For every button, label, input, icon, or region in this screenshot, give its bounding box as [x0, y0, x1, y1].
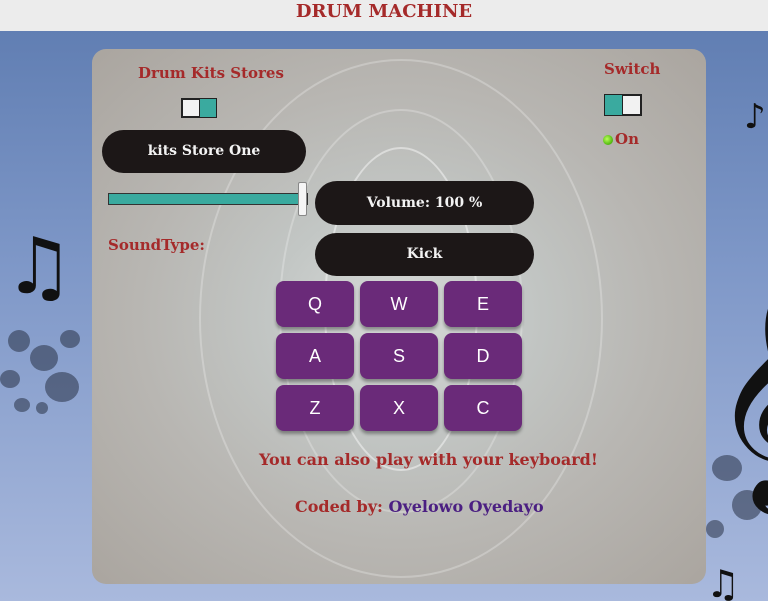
- drum-pad-d[interactable]: D: [444, 333, 522, 379]
- volume-slider-thumb[interactable]: [298, 182, 307, 216]
- header-bar: DRUM MACHINE: [0, 0, 768, 31]
- drum-pad-a[interactable]: A: [276, 333, 354, 379]
- kits-store-toggle[interactable]: [181, 98, 217, 118]
- power-toggle[interactable]: [604, 94, 642, 116]
- drum-pad-e[interactable]: E: [444, 281, 522, 327]
- music-note-icon: ♪: [744, 97, 766, 137]
- keyboard-hint: You can also play with your keyboard!: [259, 450, 598, 469]
- toggle-knob: [622, 95, 641, 115]
- kits-store-display: kits Store One: [102, 130, 306, 173]
- drum-pad-z[interactable]: Z: [276, 385, 354, 431]
- toggle-knob: [182, 99, 200, 117]
- drum-pad-q[interactable]: Q: [276, 281, 354, 327]
- power-status: On: [615, 130, 639, 148]
- power-led-icon: [603, 135, 613, 145]
- page-title: DRUM MACHINE: [295, 1, 473, 22]
- volume-slider[interactable]: [108, 193, 308, 205]
- power-switch-title: Switch: [604, 60, 661, 78]
- sound-type-display: Kick: [315, 233, 534, 276]
- sound-type-label: SoundType:: [108, 236, 205, 254]
- credit-prefix: Coded by:: [295, 497, 383, 516]
- drum-pad-w[interactable]: W: [360, 281, 438, 327]
- drum-pad-x[interactable]: X: [360, 385, 438, 431]
- music-note-icon: ♫: [4, 222, 74, 312]
- treble-clef-icon: 𝄞: [712, 300, 768, 490]
- kits-store-title: Drum Kits Stores: [138, 64, 284, 82]
- drum-pad-s[interactable]: S: [360, 333, 438, 379]
- credit-name: Oyelowo Oyedayo: [388, 497, 544, 516]
- volume-display: Volume: 100 %: [315, 181, 534, 225]
- music-note-icon: ♫: [706, 562, 741, 601]
- drum-pad-c[interactable]: C: [444, 385, 522, 431]
- volume-slider-fill: [109, 194, 300, 204]
- credit-line: Coded by: Oyelowo Oyedayo: [295, 497, 544, 516]
